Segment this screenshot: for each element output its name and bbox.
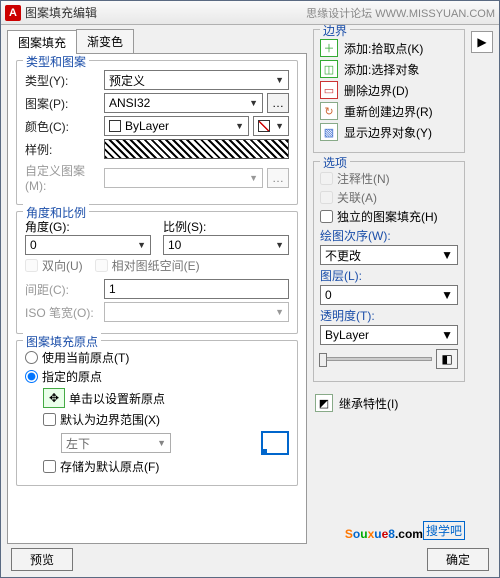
group-title: 角度和比例: [23, 204, 89, 221]
boundary-group: 边界 ＋添加:拾取点(K) ◫添加:选择对象 ▭删除边界(D) ↻重新创建边界(…: [313, 29, 465, 153]
logo-top: 搜学吧: [423, 521, 465, 540]
recreate-boundary-icon: ↻: [320, 102, 338, 120]
scale-label: 比例(S):: [163, 218, 289, 235]
annotative-checkbox[interactable]: 注释性(N): [320, 170, 458, 187]
group-title: 类型和图案: [23, 54, 89, 70]
show-boundary-icon: ▧: [320, 123, 338, 141]
tab-hatch[interactable]: 图案填充: [7, 30, 77, 54]
inherit-button[interactable]: 继承特性(I): [339, 395, 463, 412]
add-select-button[interactable]: 添加:选择对象: [344, 61, 458, 78]
ok-button[interactable]: 确定: [427, 548, 489, 571]
sample-label: 样例:: [25, 141, 100, 158]
origin-group: 图案填充原点 使用当前原点(T) 指定的原点 ✥ 单击以设置新原点 默认为边界范…: [16, 340, 298, 486]
independent-checkbox[interactable]: 独立的图案填充(H): [320, 208, 458, 225]
spacing-input[interactable]: 1: [104, 279, 289, 299]
pattern-label: 图案(P):: [25, 95, 100, 112]
draw-order-label: 绘图次序(W):: [320, 227, 458, 244]
pick-origin-label: 单击以设置新原点: [69, 390, 165, 407]
group-title: 图案填充原点: [23, 333, 101, 350]
layer-select[interactable]: 0▼: [320, 285, 458, 305]
type-select[interactable]: 预定义▼: [104, 70, 289, 90]
pick-origin-button[interactable]: ✥: [43, 388, 65, 408]
default-extent-checkbox[interactable]: 默认为边界范围(X): [43, 411, 289, 428]
origin-current-radio[interactable]: 使用当前原点(T): [25, 349, 289, 366]
angle-scale-group: 角度和比例 角度(G): 0▼ 比例(S): 10▼ 双向(U) 相对: [16, 211, 298, 334]
footer: 预览 确定: [1, 544, 499, 577]
remove-boundary-icon: ▭: [320, 81, 338, 99]
associative-checkbox[interactable]: 关联(A): [320, 189, 458, 206]
draw-order-select[interactable]: 不更改▼: [320, 245, 458, 265]
add-pick-icon: ＋: [320, 39, 338, 57]
color-label: 颜色(C):: [25, 118, 100, 135]
custom-label: 自定义图案(M):: [25, 162, 100, 193]
double-checkbox[interactable]: 双向(U): [25, 257, 83, 274]
group-title: 选项: [320, 154, 350, 171]
spacing-label: 间距(C):: [25, 281, 100, 298]
default-extent-select: 左下▼: [61, 433, 171, 453]
type-label: 类型(Y):: [25, 72, 100, 89]
show-boundary-button[interactable]: 显示边界对象(Y): [344, 124, 458, 141]
custom-select: ▼: [104, 168, 263, 188]
bgcolor-select[interactable]: ▼: [253, 116, 289, 136]
pattern-select[interactable]: ANSI32▼: [104, 93, 263, 113]
watermark: 思缘设计论坛 WWW.MISSYUAN.COM: [306, 5, 495, 21]
add-select-icon: ◫: [320, 60, 338, 78]
options-group: 选项 注释性(N) 关联(A) 独立的图案填充(H) 绘图次序(W): 不更改▼…: [313, 161, 465, 382]
paper-checkbox[interactable]: 相对图纸空间(E): [95, 257, 200, 274]
inherit-icon: ◩: [315, 394, 333, 412]
iso-select: ▼: [104, 302, 289, 322]
origin-specified-radio[interactable]: 指定的原点: [25, 368, 289, 385]
scale-select[interactable]: 10▼: [163, 235, 289, 255]
custom-browse-button: …: [267, 168, 289, 188]
transparency-slider[interactable]: [320, 357, 432, 361]
layer-label: 图层(L):: [320, 267, 458, 284]
title-text: 图案填充编辑: [25, 4, 97, 21]
preview-button[interactable]: 预览: [11, 548, 73, 571]
type-pattern-group: 类型和图案 类型(Y): 预定义▼ 图案(P): ANSI32▼ … 颜色(C)…: [16, 60, 298, 205]
origin-preview-icon: [261, 431, 289, 455]
transparency-label: 透明度(T):: [320, 307, 458, 324]
dialog: A 图案填充编辑 思缘设计论坛 WWW.MISSYUAN.COM 图案填充 渐变…: [0, 0, 500, 578]
sample-swatch[interactable]: [104, 139, 289, 159]
iso-label: ISO 笔宽(O):: [25, 304, 100, 321]
recreate-boundary-button[interactable]: 重新创建边界(R): [344, 103, 458, 120]
color-select[interactable]: ByLayer▼: [104, 116, 249, 136]
tab-gradient[interactable]: 渐变色: [76, 29, 134, 53]
expand-button[interactable]: ▶: [471, 31, 493, 53]
app-icon: A: [5, 5, 21, 21]
transparency-select[interactable]: ByLayer▼: [320, 325, 458, 345]
titlebar: A 图案填充编辑 思缘设计论坛 WWW.MISSYUAN.COM: [1, 1, 499, 25]
remove-boundary-button[interactable]: 删除边界(D): [344, 82, 458, 99]
tabs: 图案填充 渐变色: [7, 29, 307, 54]
store-origin-checkbox[interactable]: 存储为默认原点(F): [43, 458, 289, 475]
group-title: 边界: [320, 25, 350, 39]
transparency-stepper[interactable]: ◧: [436, 349, 458, 369]
angle-select[interactable]: 0▼: [25, 235, 151, 255]
tab-panel: 类型和图案 类型(Y): 预定义▼ 图案(P): ANSI32▼ … 颜色(C)…: [7, 54, 307, 544]
pattern-browse-button[interactable]: …: [267, 93, 289, 113]
add-pick-button[interactable]: 添加:拾取点(K): [344, 40, 458, 57]
